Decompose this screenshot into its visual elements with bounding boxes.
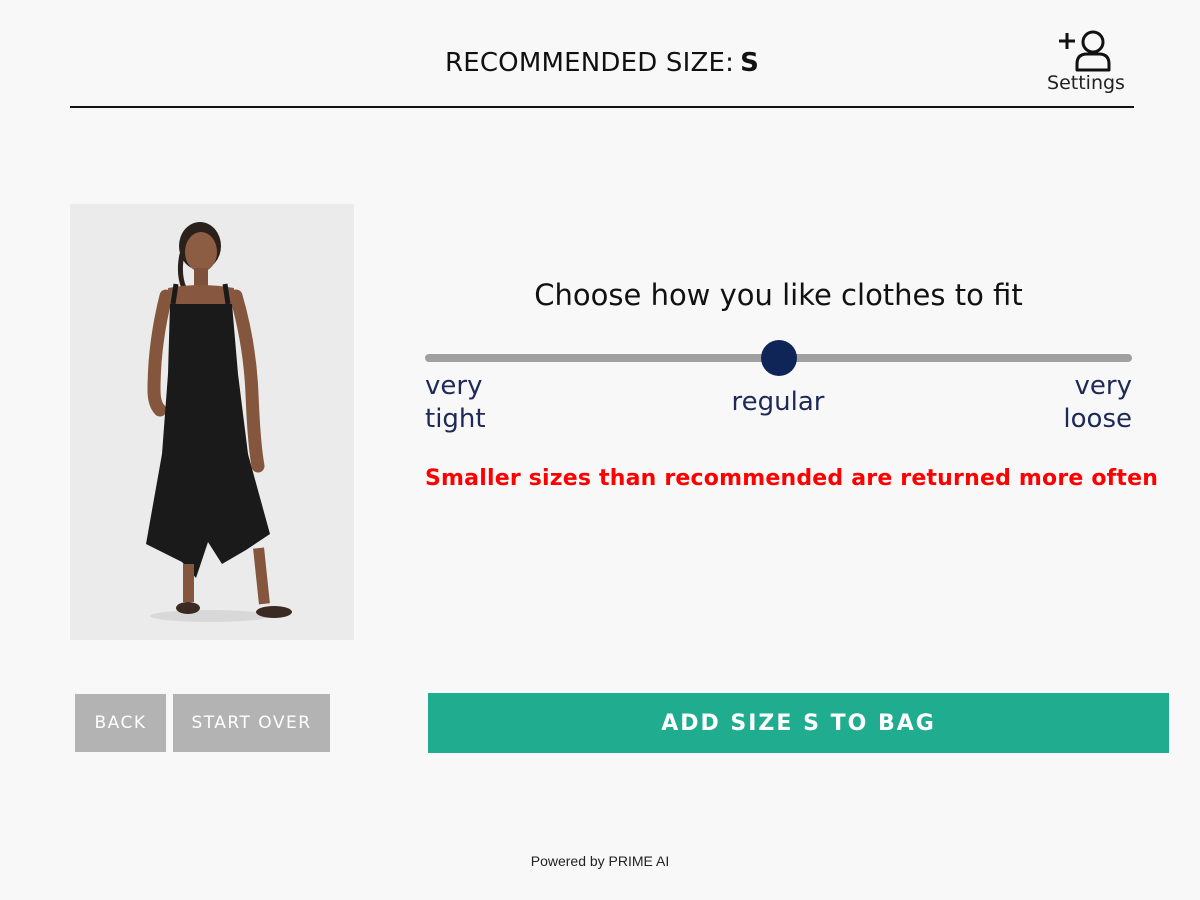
fit-label-very-loose-line2: loose (1063, 404, 1132, 434)
fit-label-very-loose: very loose (1063, 370, 1132, 436)
settings-label: Settings (1047, 72, 1125, 94)
fit-label-very-loose-line1: very (1074, 371, 1132, 401)
powered-by-footer: Powered by PRIME AI (530, 853, 670, 869)
fit-label-very-tight-line1: very (425, 371, 483, 401)
fit-preference-title: Choose how you like clothes to fit (534, 278, 1023, 312)
fit-slider-thumb[interactable] (760, 340, 797, 376)
product-image (70, 204, 354, 640)
add-to-bag-button[interactable]: ADD SIZE S TO BAG (428, 693, 1169, 753)
header: RECOMMENDED SIZE: S Settings (70, 0, 1134, 108)
fit-label-very-tight: very tight (425, 370, 486, 436)
start-over-button[interactable]: START OVER (173, 694, 330, 752)
fit-warning-message: Smaller sizes than recommended are retur… (425, 466, 1159, 491)
fit-label-regular: regular (731, 387, 825, 417)
recommended-size-label: RECOMMENDED SIZE: (444, 48, 735, 78)
back-button[interactable]: BACK (75, 694, 166, 752)
add-user-icon (1046, 28, 1126, 72)
fit-slider[interactable] (425, 340, 1132, 376)
recommended-size-value: S (740, 48, 760, 78)
settings-button[interactable]: Settings (1046, 28, 1126, 100)
fit-label-very-tight-line2: tight (425, 404, 486, 434)
page-title: RECOMMENDED SIZE: S (70, 48, 1134, 78)
